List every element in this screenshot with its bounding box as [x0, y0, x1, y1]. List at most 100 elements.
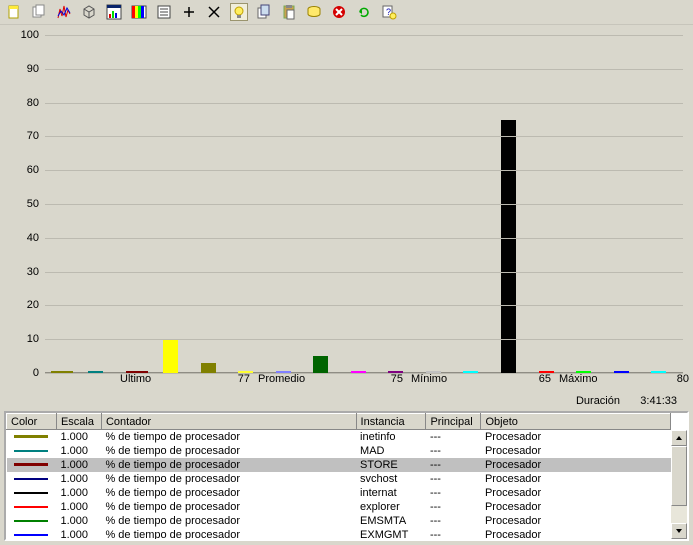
cell-color: [7, 514, 57, 528]
stat-max-label: Máximo: [559, 373, 598, 385]
toolbar: ?: [0, 0, 693, 25]
cell-object: Procesador: [481, 500, 671, 514]
tools-icon[interactable]: [206, 4, 222, 20]
gridline: [45, 69, 683, 70]
cell-principal: ---: [426, 458, 481, 472]
table-row[interactable]: 1.000% de tiempo de procesadorinternat--…: [7, 486, 671, 500]
stat-dur-value: 3:41:33: [632, 395, 677, 407]
gridline: [45, 373, 683, 374]
chart-bar: [201, 363, 216, 373]
y-tick-label: 70: [27, 130, 39, 142]
new-counter-icon[interactable]: [6, 4, 22, 20]
stat-avg-value: 75: [305, 373, 403, 385]
cube-icon[interactable]: [81, 4, 97, 20]
gradient-icon[interactable]: [131, 4, 147, 20]
col-header-principal[interactable]: Principal: [426, 414, 481, 430]
gridline: [45, 238, 683, 239]
color-swatch: [14, 506, 48, 508]
stat-dur-label: Duración: [576, 395, 620, 407]
cell-counter: % de tiempo de procesador: [101, 486, 356, 500]
table-row[interactable]: 1.000% de tiempo de procesadorEXMGMT---P…: [7, 528, 671, 540]
chart-area: 0102030405060708090100: [0, 25, 693, 373]
cell-object: Procesador: [481, 528, 671, 540]
cell-scale: 1.000: [56, 514, 101, 528]
cell-object: Procesador: [481, 458, 671, 472]
cell-object: Procesador: [481, 430, 671, 444]
cell-scale: 1.000: [56, 500, 101, 514]
color-swatch: [14, 450, 48, 452]
counter-table-area: ColorEscalaContadorInstanciaPrincipalObj…: [4, 411, 689, 541]
cell-scale: 1.000: [56, 486, 101, 500]
cell-counter: % de tiempo de procesador: [101, 528, 356, 540]
log-icon[interactable]: [156, 4, 172, 20]
cell-principal: ---: [426, 486, 481, 500]
cell-color: [7, 528, 57, 540]
scroll-thumb[interactable]: [671, 446, 687, 506]
cell-instance: inetinfo: [356, 430, 426, 444]
cell-instance: explorer: [356, 500, 426, 514]
chart-dialog-icon[interactable]: [106, 4, 122, 20]
refresh-icon[interactable]: [356, 4, 372, 20]
gridline: [45, 339, 683, 340]
save-icon[interactable]: [306, 4, 322, 20]
scroll-down-arrow[interactable]: [671, 523, 687, 539]
cell-principal: ---: [426, 472, 481, 486]
stats-panel: Último 77 Promedio 75 Mínimo 65 Máximo 8…: [0, 373, 693, 407]
cell-object: Procesador: [481, 472, 671, 486]
copy-icon[interactable]: [256, 4, 272, 20]
stop-icon[interactable]: [331, 4, 347, 20]
cell-scale: 1.000: [56, 430, 101, 444]
y-tick-label: 20: [27, 299, 39, 311]
table-row[interactable]: 1.000% de tiempo de procesadorEMSMTA---P…: [7, 514, 671, 528]
cell-color: [7, 500, 57, 514]
cell-scale: 1.000: [56, 458, 101, 472]
scroll-up-arrow[interactable]: [671, 430, 687, 446]
col-header-instance[interactable]: Instancia: [356, 414, 426, 430]
col-header-scale[interactable]: Escala: [56, 414, 101, 430]
table-row[interactable]: 1.000% de tiempo de procesadorinetinfo--…: [7, 430, 671, 444]
cell-instance: EMSMTA: [356, 514, 426, 528]
col-header-counter[interactable]: Contador: [101, 414, 356, 430]
stat-last-label: Último: [120, 373, 151, 385]
cell-color: [7, 486, 57, 500]
table-row[interactable]: 1.000% de tiempo de procesadorSTORE---Pr…: [7, 458, 671, 472]
cell-scale: 1.000: [56, 472, 101, 486]
chart-bar: [163, 339, 178, 373]
cell-scale: 1.000: [56, 528, 101, 540]
cell-color: [7, 458, 57, 472]
y-tick-label: 10: [27, 333, 39, 345]
plus-icon[interactable]: [181, 4, 197, 20]
gridline: [45, 305, 683, 306]
cell-object: Procesador: [481, 486, 671, 500]
spark-icon[interactable]: [56, 4, 72, 20]
copy-page-icon[interactable]: [31, 4, 47, 20]
col-header-object[interactable]: Objeto: [481, 414, 671, 430]
stat-avg-label: Promedio: [258, 373, 305, 385]
color-swatch: [14, 463, 48, 466]
cell-object: Procesador: [481, 444, 671, 458]
cell-instance: STORE: [356, 458, 426, 472]
cell-instance: internat: [356, 486, 426, 500]
table-row[interactable]: 1.000% de tiempo de procesadorexplorer--…: [7, 500, 671, 514]
cell-color: [7, 430, 57, 444]
help-icon[interactable]: ?: [381, 4, 397, 20]
color-swatch: [14, 534, 48, 536]
col-header-color[interactable]: Color: [7, 414, 57, 430]
y-tick-label: 50: [27, 198, 39, 210]
cell-principal: ---: [426, 444, 481, 458]
gridline: [45, 272, 683, 273]
y-tick-label: 30: [27, 266, 39, 278]
y-tick-label: 0: [33, 367, 39, 379]
table-scrollbar[interactable]: [671, 430, 687, 539]
table-row[interactable]: 1.000% de tiempo de procesadorsvchost---…: [7, 472, 671, 486]
gridline: [45, 35, 683, 36]
counter-table: ColorEscalaContadorInstanciaPrincipalObj…: [6, 413, 671, 539]
paste-icon[interactable]: [281, 4, 297, 20]
chart-plot: 0102030405060708090100: [45, 35, 683, 373]
bulb-icon[interactable]: [231, 4, 247, 20]
gridline: [45, 204, 683, 205]
color-swatch: [14, 520, 48, 522]
cell-counter: % de tiempo de procesador: [101, 500, 356, 514]
table-row[interactable]: 1.000% de tiempo de procesadorMAD---Proc…: [7, 444, 671, 458]
cell-principal: ---: [426, 430, 481, 444]
